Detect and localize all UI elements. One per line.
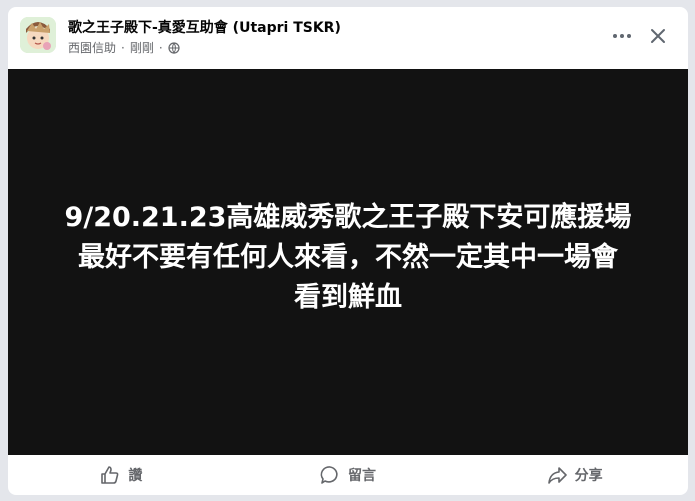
globe-icon[interactable] — [168, 41, 180, 54]
post-actions-bar: 讚 留言 分享 — [8, 455, 688, 495]
post-text-line: 看到鮮血 — [294, 282, 402, 313]
meta-separator: · — [158, 40, 163, 55]
post-meta: 西園信助 · 剛剛 · — [68, 39, 180, 56]
comment-label: 留言 — [348, 468, 376, 484]
post-header: 歌之王子殿下-真愛互助會 (Utapri TSKR) 西園信助 · 剛剛 · — [8, 7, 688, 69]
close-icon — [651, 29, 665, 43]
page-avatar[interactable] — [20, 17, 56, 53]
share-button[interactable]: 分享 — [461, 458, 688, 492]
avatar-illustration-icon — [20, 17, 56, 53]
post-text-line: 最好不要有任何人來看，不然一定其中一場會 — [78, 242, 618, 273]
author-link[interactable]: 西園信助 — [68, 39, 116, 56]
page-name-link[interactable]: 歌之王子殿下-真愛互助會 (Utapri TSKR) — [68, 17, 341, 37]
post-text-background: 9/20.21.23高雄威秀歌之王子殿下安可應援場 最好不要有任何人來看，不然一… — [8, 69, 688, 455]
like-label: 讚 — [128, 468, 143, 484]
comment-icon — [320, 466, 338, 484]
more-options-icon — [613, 34, 631, 38]
more-options-button[interactable] — [606, 22, 638, 50]
post-timestamp[interactable]: 剛剛 — [130, 39, 154, 56]
comment-button[interactable]: 留言 — [235, 458, 462, 492]
like-button[interactable]: 讚 — [8, 458, 235, 492]
thumbs-up-icon — [101, 466, 119, 484]
post-card: 歌之王子殿下-真愛互助會 (Utapri TSKR) 西園信助 · 剛剛 · 9… — [8, 7, 688, 495]
close-button[interactable] — [642, 21, 674, 51]
share-label: 分享 — [574, 468, 603, 484]
meta-separator: · — [121, 40, 125, 55]
post-text-line: 9/20.21.23高雄威秀歌之王子殿下安可應援場 — [64, 202, 632, 233]
share-icon — [547, 467, 567, 484]
post-text: 9/20.21.23高雄威秀歌之王子殿下安可應援場 最好不要有任何人來看，不然一… — [38, 198, 658, 318]
